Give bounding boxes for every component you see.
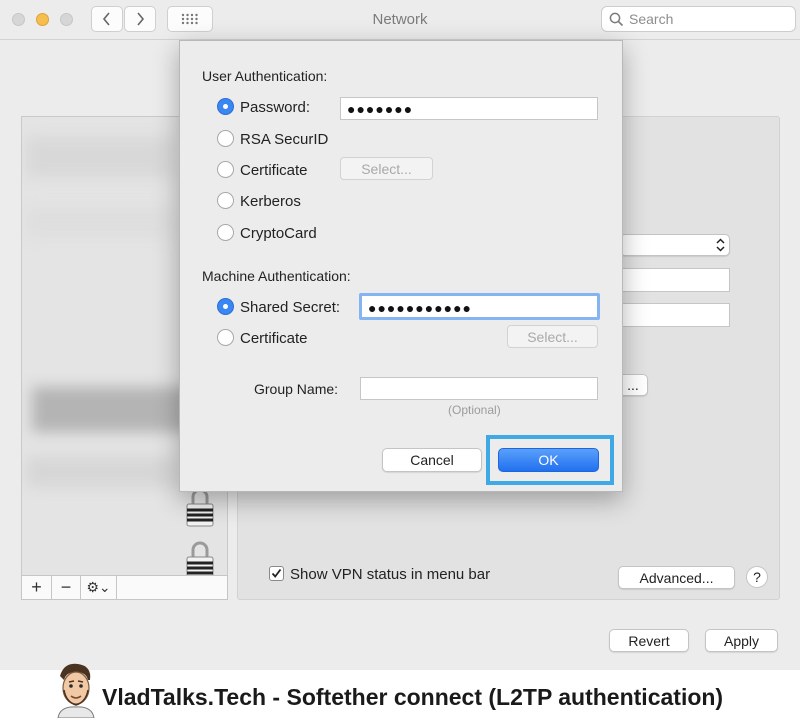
- user-auth-heading: User Authentication:: [202, 68, 328, 84]
- shared-secret-radio[interactable]: [217, 298, 234, 315]
- add-service-button[interactable]: +: [22, 576, 52, 599]
- chevron-left-icon: [102, 12, 110, 26]
- cryptocard-radio[interactable]: [217, 224, 234, 241]
- forward-button[interactable]: [124, 6, 156, 32]
- password-field[interactable]: ●●●●●●●: [340, 97, 598, 120]
- avatar: [57, 663, 95, 718]
- configuration-popup[interactable]: [620, 234, 730, 256]
- minimize-window-button[interactable]: [36, 13, 49, 26]
- help-button[interactable]: ?: [746, 566, 768, 588]
- group-name-field[interactable]: [360, 377, 598, 400]
- close-window-button[interactable]: [12, 13, 25, 26]
- apply-button[interactable]: Apply: [705, 629, 778, 652]
- server-address-field[interactable]: [620, 268, 730, 292]
- kerberos-radio[interactable]: [217, 192, 234, 209]
- ok-button[interactable]: OK: [498, 448, 599, 472]
- user-certificate-radio[interactable]: [217, 161, 234, 178]
- service-list-toolbar: + − ⚙⌄: [21, 575, 228, 600]
- rsa-securid-radio[interactable]: [217, 130, 234, 147]
- rsa-securid-label: RSA SecurID: [240, 131, 329, 148]
- user-certificate-select-button[interactable]: Select...: [340, 157, 433, 180]
- cancel-button[interactable]: Cancel: [382, 448, 482, 472]
- shared-secret-value: ●●●●●●●●●●●: [368, 300, 473, 316]
- group-name-hint: (Optional): [448, 403, 501, 417]
- chevron-right-icon: [137, 12, 145, 26]
- search-placeholder: Search: [629, 11, 674, 27]
- search-icon: [609, 12, 624, 27]
- show-all-button[interactable]: [167, 6, 213, 32]
- back-button[interactable]: [91, 6, 123, 32]
- password-radio[interactable]: [217, 98, 234, 115]
- machine-certificate-radio[interactable]: [217, 329, 234, 346]
- advanced-button[interactable]: Advanced...: [618, 566, 735, 589]
- show-vpn-checkbox[interactable]: [269, 566, 284, 581]
- user-certificate-label: Certificate: [240, 162, 308, 179]
- machine-auth-heading: Machine Authentication:: [202, 268, 351, 284]
- banner-title: VladTalks.Tech - Softether connect (L2TP…: [102, 684, 724, 710]
- kerberos-label: Kerberos: [240, 193, 301, 210]
- checkmark-icon: [271, 568, 282, 578]
- grid-icon: [181, 13, 198, 25]
- lock-icon: [186, 541, 214, 575]
- zoom-window-button[interactable]: [60, 13, 73, 26]
- gear-menu-button[interactable]: ⚙⌄: [81, 576, 117, 599]
- group-name-label: Group Name:: [254, 381, 339, 397]
- machine-certificate-select-button[interactable]: Select...: [507, 325, 598, 348]
- shared-secret-field[interactable]: ●●●●●●●●●●●: [359, 293, 600, 320]
- chevron-updown-icon: [716, 238, 725, 252]
- password-label: Password:: [240, 99, 311, 116]
- show-vpn-label: Show VPN status in menu bar: [290, 566, 491, 583]
- window-title: Network: [372, 11, 428, 28]
- password-value: ●●●●●●●: [347, 101, 414, 117]
- machine-certificate-label: Certificate: [240, 330, 308, 347]
- revert-button[interactable]: Revert: [609, 629, 689, 652]
- account-name-field[interactable]: [620, 303, 730, 327]
- shared-secret-label: Shared Secret:: [240, 299, 341, 316]
- cryptocard-label: CryptoCard: [240, 225, 317, 242]
- remove-service-button[interactable]: −: [52, 576, 81, 599]
